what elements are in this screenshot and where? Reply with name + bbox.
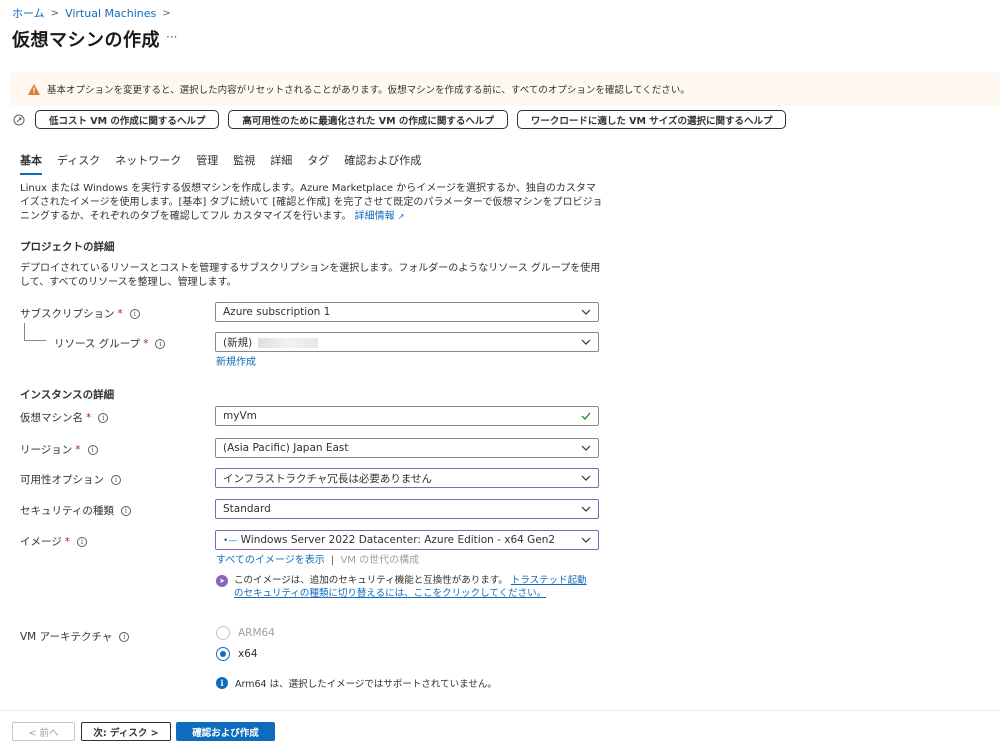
warning-text: 基本オプションを変更すると、選択した内容がリセットされることがあります。仮想マシ… (47, 85, 690, 96)
arch-arm64-radio[interactable]: ARM64 (216, 626, 275, 640)
breadcrumb: ホーム > Virtual Machines > (12, 5, 177, 21)
info-icon[interactable]: i (111, 474, 121, 485)
learn-more-link[interactable]: 詳細情報 ↗ (355, 211, 405, 222)
help-row: 低コスト VM の作成に関するヘルプ 高可用性のために最適化された VM の作成… (12, 110, 795, 129)
tab-disks[interactable]: ディスク (57, 152, 100, 175)
rocket-badge-icon: ➤ (216, 575, 228, 587)
chevron-down-icon (581, 339, 591, 345)
next-disks-button[interactable]: 次: ディスク > (81, 722, 171, 741)
info-icon[interactable]: i (119, 631, 130, 642)
create-new-resource-group-link[interactable]: 新規作成 (216, 353, 256, 368)
breadcrumb-vm-link[interactable]: Virtual Machines (65, 7, 156, 20)
trusted-launch-notice: ➤ このイメージは、追加のセキュリティ機能と互換性があります。 トラステッド起動… (216, 574, 596, 600)
info-icon[interactable]: i (87, 444, 98, 455)
previous-button[interactable]: < 前へ (12, 722, 75, 741)
footer-divider (0, 710, 1000, 711)
project-details-heading: プロジェクトの詳細 (20, 241, 115, 253)
breadcrumb-home-link[interactable]: ホーム (12, 5, 45, 21)
info-icon[interactable]: i (120, 505, 131, 516)
chevron-down-icon (581, 475, 591, 481)
tab-management[interactable]: 管理 (196, 152, 218, 175)
chevron-down-icon (581, 506, 591, 512)
vm-name-label: 仮想マシン名 * i (20, 410, 109, 425)
arch-x64-radio[interactable]: x64 (216, 647, 258, 661)
resource-group-label: リソース グループ * i (54, 336, 166, 351)
tab-networking[interactable]: ネットワーク (115, 152, 181, 175)
image-select[interactable]: •— Windows Server 2022 Datacenter: Azure… (215, 530, 599, 550)
help-low-cost-button[interactable]: 低コスト VM の作成に関するヘルプ (35, 110, 220, 129)
tab-tags[interactable]: タグ (307, 152, 329, 175)
chevron-down-icon (581, 445, 591, 451)
chevron-down-icon (581, 537, 591, 543)
external-link-icon: ↗ (397, 212, 405, 221)
warning-icon (28, 83, 40, 95)
info-icon[interactable]: i (155, 338, 166, 349)
info-icon[interactable]: i (129, 308, 140, 319)
help-high-availability-button[interactable]: 高可用性のために最適化された VM の作成に関するヘルプ (228, 110, 508, 129)
checkmark-icon (581, 412, 591, 420)
region-select[interactable]: (Asia Pacific) Japan East (215, 438, 599, 458)
info-icon[interactable]: i (98, 412, 109, 423)
project-description: デプロイされているリソースとコストを管理するサブスクリプションを選択します。フォ… (20, 263, 601, 288)
windows-icon: •— (223, 536, 238, 546)
availability-options-select[interactable]: インフラストラクチャ冗長は必要ありません (215, 468, 599, 488)
availability-options-label: 可用性オプション i (20, 472, 121, 487)
arm64-info-note: i Arm64 は、選択したイメージではサポートされていません。 (216, 676, 497, 690)
help-vm-size-button[interactable]: ワークロードに適した VM サイズの選択に関するヘルプ (516, 110, 787, 129)
info-filled-icon: i (216, 677, 228, 689)
resource-group-select[interactable]: (新規) (215, 332, 599, 352)
review-create-button[interactable]: 確認および作成 (176, 722, 275, 741)
security-type-select[interactable]: Standard (215, 499, 599, 519)
info-icon[interactable]: i (77, 536, 88, 547)
page-title: 仮想マシンの作成 (12, 30, 160, 51)
tab-advanced[interactable]: 詳細 (270, 152, 292, 175)
instance-details-heading: インスタンスの詳細 (20, 389, 115, 401)
tab-bar: 基本 ディスク ネットワーク 管理 監視 詳細 タグ 確認および作成 (20, 152, 436, 175)
warning-banner: 基本オプションを変更すると、選択した内容がリセットされることがあります。仮想マシ… (10, 72, 1000, 106)
intro-description: Linux または Windows を実行する仮想マシンを作成します。Azure… (20, 182, 605, 224)
intro-text: Linux または Windows を実行する仮想マシンを作成します。Azure… (20, 183, 603, 222)
chevron-right-icon: > (50, 7, 60, 19)
chevron-down-icon (581, 309, 591, 315)
subscription-label: サブスクリプション * i (20, 306, 140, 321)
more-options-icon[interactable]: ··· (166, 30, 177, 44)
tab-monitoring[interactable]: 監視 (233, 152, 255, 175)
tab-basics[interactable]: 基本 (20, 152, 42, 175)
region-label: リージョン * i (20, 442, 98, 457)
image-links: すべてのイメージを表示 | VM の世代の構成 (216, 555, 420, 566)
security-type-label: セキュリティの種類 i (20, 503, 131, 518)
vm-name-input[interactable]: myVm (215, 406, 599, 426)
vm-generation-link: VM の世代の構成 (340, 555, 420, 566)
vm-architecture-label: VM アーキテクチャ i (20, 629, 130, 644)
subscription-select[interactable]: Azure subscription 1 (215, 302, 599, 322)
tree-connector (24, 323, 25, 340)
tab-review-create[interactable]: 確認および作成 (344, 152, 421, 175)
tree-connector (24, 340, 46, 341)
redacted-value (258, 337, 319, 348)
rocket-icon (12, 113, 26, 127)
image-label: イメージ * i (20, 534, 88, 549)
chevron-right-icon: > (162, 7, 171, 19)
see-all-images-link[interactable]: すべてのイメージを表示 (216, 555, 325, 566)
